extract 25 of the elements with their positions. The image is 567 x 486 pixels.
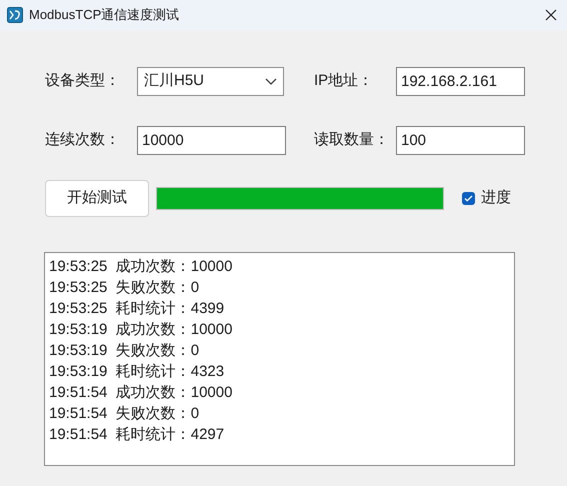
input-field[interactable]: 192.168.2.161 xyxy=(396,67,525,96)
close-icon[interactable] xyxy=(545,9,557,21)
field-label: 设备类型： xyxy=(45,71,121,92)
input-field[interactable]: 100 xyxy=(396,126,525,155)
field-label: 读取数量： xyxy=(314,130,390,150)
field-label: IP地址： xyxy=(314,71,374,92)
log-line: 19:53:25 失败次数：0 xyxy=(49,278,200,298)
log-line: 19:53:25 成功次数：10000 xyxy=(49,257,234,277)
log-line: 19:53:25 耗时统计：4399 xyxy=(49,299,226,319)
device-type-dropdown[interactable]: 汇川H5U xyxy=(137,67,284,96)
log-line: 19:53:19 耗时统计：4323 xyxy=(49,362,226,382)
log-line: 19:53:19 成功次数：10000 xyxy=(49,320,234,340)
check-icon xyxy=(464,195,473,202)
input-field[interactable]: 10000 xyxy=(137,126,286,155)
field-label: 连续次数： xyxy=(45,130,121,150)
window-title: ModbusTCP通信速度测试 xyxy=(29,6,180,24)
log-line: 19:53:19 失败次数：0 xyxy=(49,341,200,361)
checkbox[interactable] xyxy=(462,192,475,205)
log-line: 19:51:54 耗时统计：4297 xyxy=(49,425,226,445)
chevron-down-icon xyxy=(265,78,277,86)
log-line: 19:51:54 失败次数：0 xyxy=(49,404,200,424)
checkbox-label: 进度 xyxy=(481,188,511,208)
app-icon xyxy=(7,7,23,23)
start-test-button[interactable]: 开始测试 xyxy=(45,180,149,217)
log-line: 19:51:54 成功次数：10000 xyxy=(49,383,234,403)
